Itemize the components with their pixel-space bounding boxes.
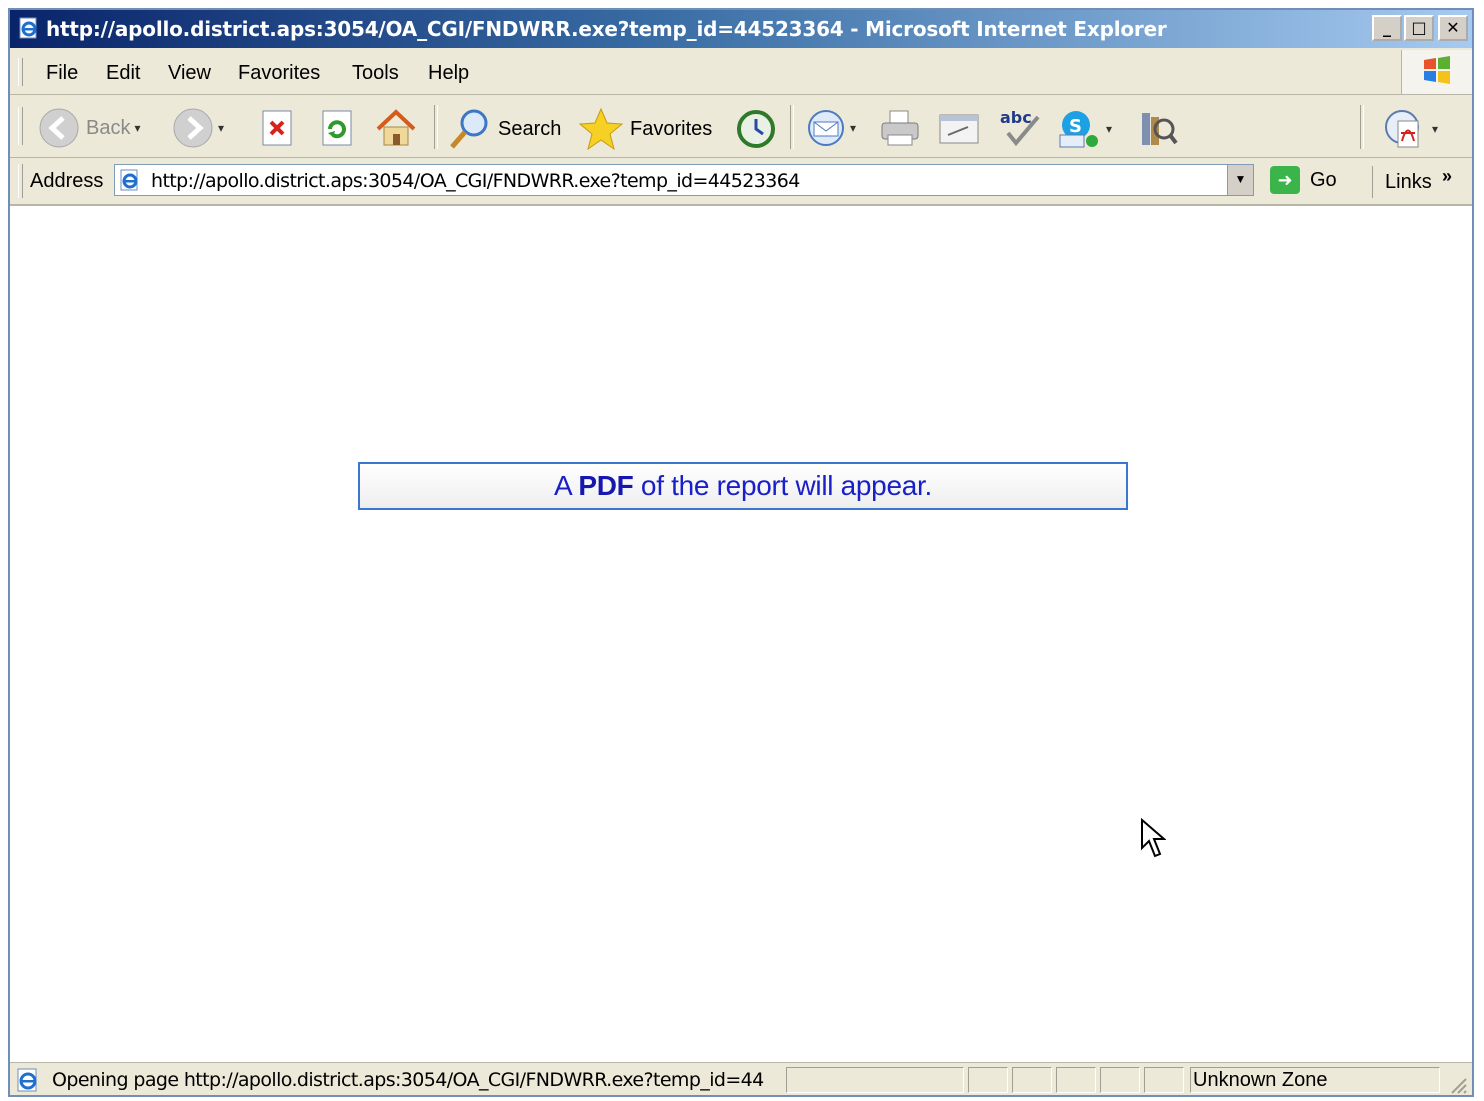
status-bar: Opening page http://apollo.district.aps:…	[10, 1062, 1472, 1097]
ie-page-icon	[120, 169, 138, 191]
resize-grip-icon[interactable]	[1448, 1075, 1468, 1095]
mail-dropdown-icon[interactable]: ▾	[850, 121, 856, 135]
search-button[interactable]: Search	[446, 107, 561, 151]
links-button[interactable]: Links	[1372, 166, 1432, 198]
window-title: http://apollo.district.aps:3054/OA_CGI/F…	[46, 17, 1167, 41]
status-text: Opening page http://apollo.district.aps:…	[52, 1069, 764, 1091]
search-label: Search	[498, 117, 562, 140]
addressbar-grip[interactable]	[18, 164, 23, 198]
browser-window: http://apollo.district.aps:3054/OA_CGI/F…	[8, 8, 1474, 1097]
svg-text:abc: abc	[1000, 108, 1032, 127]
skype-icon: S	[1059, 111, 1098, 148]
stop-icon	[262, 110, 292, 146]
address-dropdown-button[interactable]: ▼	[1227, 165, 1253, 195]
back-label: Back	[86, 116, 131, 139]
standard-toolbar: Back ▾ ▾ Search Favorites ▾ abc S ▾ ▾	[10, 95, 1472, 158]
svg-text:S: S	[1069, 116, 1082, 137]
home-icon	[376, 109, 416, 146]
menu-edit[interactable]: Edit	[106, 62, 140, 85]
menu-bar: File Edit View Favorites Tools Help	[10, 50, 1472, 95]
research-books-icon	[1142, 113, 1178, 145]
toolbar-separator	[790, 105, 794, 149]
mouse-pointer-icon	[1141, 818, 1166, 858]
address-bar: Address http://apollo.district.aps:3054/…	[10, 158, 1472, 206]
status-pane	[1012, 1067, 1052, 1093]
toolbar-separator	[1360, 105, 1364, 149]
progress-bar	[786, 1067, 964, 1093]
favorites-button[interactable]: Favorites	[578, 107, 712, 151]
back-arrow-icon	[39, 108, 79, 148]
stop-button[interactable]	[260, 109, 296, 147]
go-arrow-icon: ➜	[1270, 166, 1300, 194]
menu-help[interactable]: Help	[428, 62, 469, 85]
favorites-label: Favorites	[630, 117, 713, 140]
windows-flag-icon	[1424, 56, 1450, 84]
mail-icon	[808, 110, 844, 146]
windows-logo	[1401, 50, 1472, 94]
close-button[interactable]: ✕	[1438, 15, 1468, 41]
skype-button[interactable]: S ▾	[1056, 107, 1112, 151]
ie-page-icon	[19, 17, 37, 39]
menu-view[interactable]: View	[168, 62, 211, 85]
mail-button[interactable]: ▾	[806, 109, 856, 147]
search-icon	[450, 109, 488, 149]
address-url: http://apollo.district.aps:3054/OA_CGI/F…	[151, 170, 800, 192]
skype-dropdown-icon[interactable]: ▾	[1106, 122, 1112, 136]
favorites-star-icon	[578, 107, 624, 151]
status-pane	[1144, 1067, 1184, 1093]
toolbar-grip[interactable]	[18, 107, 23, 145]
message-pdf: PDF	[578, 470, 634, 501]
toolbar-separator	[434, 105, 438, 149]
ie-status-icon	[17, 1068, 37, 1092]
minimize-button[interactable]: _	[1372, 15, 1402, 41]
history-button[interactable]	[732, 107, 778, 151]
refresh-icon	[322, 110, 352, 146]
links-more-chevron-icon[interactable]: »	[1442, 166, 1452, 187]
status-pane	[1056, 1067, 1096, 1093]
message-prefix: A	[554, 470, 579, 501]
adobe-pdf-icon	[1385, 110, 1419, 148]
menu-favorites[interactable]: Favorites	[238, 62, 320, 85]
status-pane	[968, 1067, 1008, 1093]
history-icon	[737, 110, 775, 148]
adobe-pdf-button[interactable]: ▾	[1382, 107, 1438, 151]
address-input[interactable]: http://apollo.district.aps:3054/OA_CGI/F…	[114, 164, 1254, 196]
menu-tools[interactable]: Tools	[352, 62, 399, 85]
address-label: Address	[30, 170, 104, 192]
refresh-button[interactable]	[320, 109, 356, 147]
menubar-grip[interactable]	[18, 58, 23, 86]
research-button[interactable]	[1136, 107, 1180, 151]
spell-check-icon: abc	[1000, 108, 1040, 147]
forward-dropdown-icon[interactable]: ▾	[218, 121, 224, 135]
menu-file[interactable]: File	[46, 62, 78, 85]
print-button[interactable]	[878, 109, 922, 147]
go-label: Go	[1310, 168, 1337, 191]
go-button[interactable]: ➜ Go	[1270, 166, 1337, 194]
security-zone[interactable]: Unknown Zone	[1190, 1067, 1440, 1093]
forward-arrow-icon	[173, 108, 213, 148]
back-button[interactable]: Back ▾	[38, 107, 141, 149]
edit-document-icon	[939, 114, 979, 144]
back-dropdown-icon[interactable]: ▾	[134, 121, 140, 135]
message-suffix: of the report will appear.	[633, 470, 932, 501]
title-bar[interactable]: http://apollo.district.aps:3054/OA_CGI/F…	[10, 10, 1472, 48]
spell-check-button[interactable]: abc	[998, 107, 1044, 149]
forward-button[interactable]: ▾	[172, 107, 224, 149]
adobe-dropdown-icon[interactable]: ▾	[1432, 122, 1438, 136]
edit-button[interactable]	[938, 111, 980, 147]
pdf-message-box: A PDF of the report will appear.	[358, 462, 1128, 510]
print-icon	[881, 110, 919, 146]
home-button[interactable]	[374, 107, 418, 149]
page-content: A PDF of the report will appear.	[10, 206, 1472, 1062]
maximize-button[interactable]: □	[1404, 15, 1434, 41]
status-pane	[1100, 1067, 1140, 1093]
